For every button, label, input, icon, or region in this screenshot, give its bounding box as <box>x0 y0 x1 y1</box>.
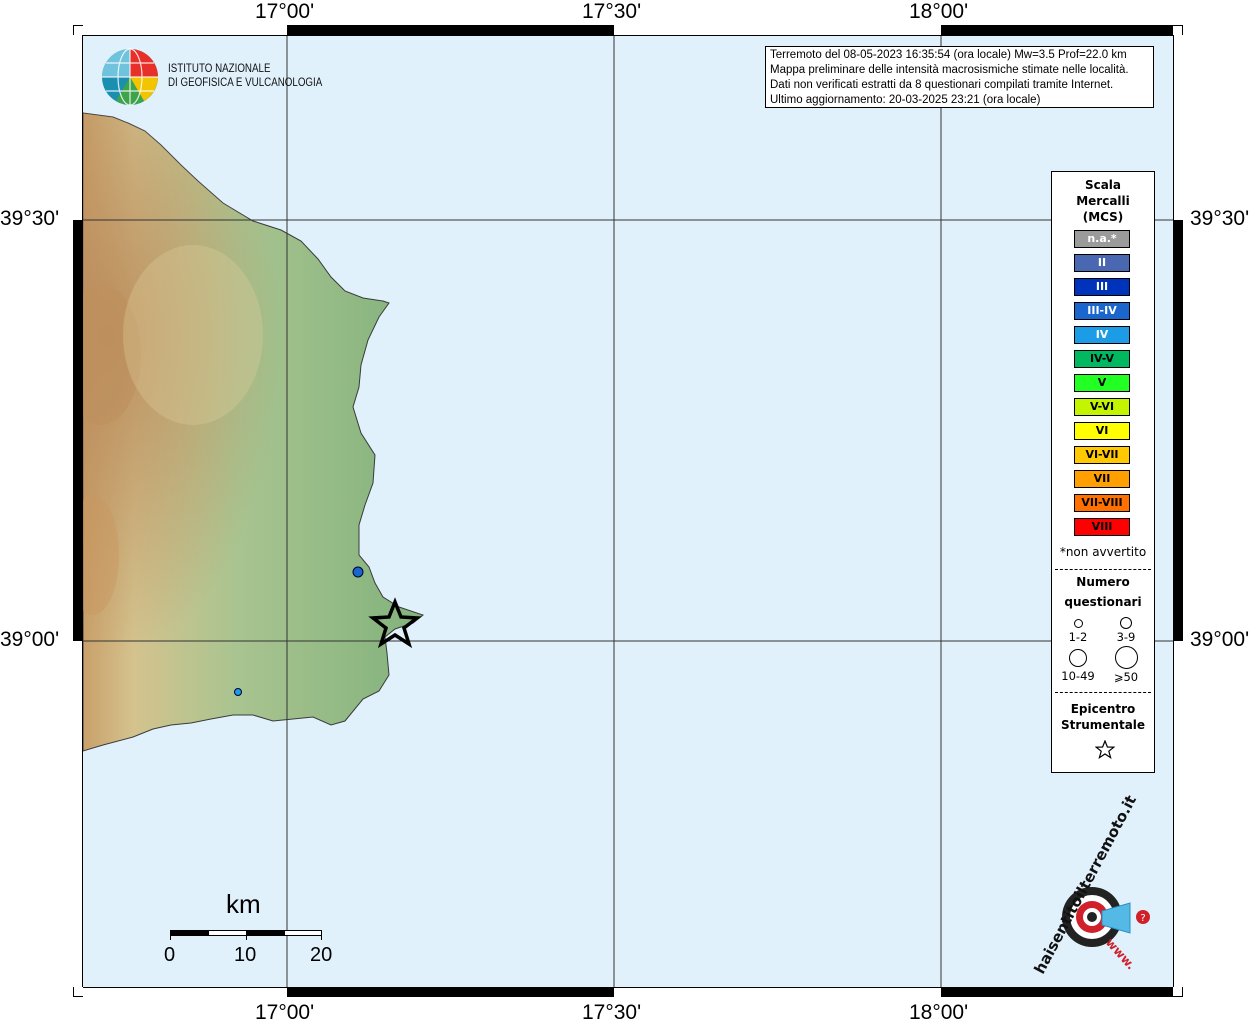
top-label-18-00: 18°00' <box>909 0 969 23</box>
frame-bar-top-seg1 <box>287 25 614 35</box>
frame-bar-left-seg <box>73 220 83 641</box>
q-circle-10-49 <box>1069 649 1087 667</box>
ingv-logo: ISTITUTO NAZIONALE DI GEOFISICA E VULCAN… <box>100 47 323 109</box>
legend-swatch-iv-v: IV-V <box>1074 350 1130 368</box>
map-canvas[interactable] <box>83 35 1173 987</box>
top-label-17-00: 17°00' <box>255 0 315 23</box>
legend-title-line3: (MCS) <box>1082 210 1124 224</box>
q-circle-3-9 <box>1120 617 1132 629</box>
scalebar-tick-10 <box>246 930 247 940</box>
q-circle-50 <box>1115 646 1138 669</box>
q-label-50: ⩾50 <box>1113 670 1139 684</box>
legend-swatch-vi-vii: VI-VII <box>1074 446 1130 464</box>
frame-bar-bottom-seg1 <box>287 987 614 997</box>
scalebar-label-0: 0 <box>164 944 176 966</box>
legend-swatch-vii-viii: VII-VIII <box>1074 494 1130 512</box>
ingv-globe-icon <box>102 48 158 106</box>
logo-line1: ISTITUTO NAZIONALE <box>168 63 271 75</box>
marker-iv[interactable] <box>234 688 242 696</box>
scalebar-label-10: 10 <box>234 944 257 966</box>
left-label-39-00: 39°00' <box>0 628 60 651</box>
marker-iii-iv[interactable] <box>352 566 364 578</box>
scalebar-unit: km <box>226 889 261 919</box>
legend-title: Scala Mercalli (MCS) <box>1052 177 1154 225</box>
legend-swatch-ii: II <box>1074 254 1130 272</box>
legend-swatch-viii: VIII <box>1074 518 1130 536</box>
top-label-17-30: 17°30' <box>582 0 642 23</box>
questionnaires-title: Numero questionari <box>1052 574 1154 610</box>
svg-text:?: ? <box>1140 913 1145 924</box>
scalebar-tick-0 <box>170 930 171 940</box>
info-line4: Ultimo aggiornamento: 20-03-2025 23:21 (… <box>770 94 1041 106</box>
event-info-box: Terremoto del 08-05-2023 16:35:54 (ora l… <box>765 46 1154 108</box>
questionnaires-title-line1: Numero <box>1076 575 1130 589</box>
haisentito-logo[interactable]: ? haisentitoilterremoto.it www. <box>1030 792 1160 980</box>
legend-title-line2: Mercalli <box>1076 194 1130 208</box>
q-label-3-9: 3-9 <box>1116 630 1136 644</box>
q-circle-1-2 <box>1074 619 1083 628</box>
info-line1: Terremoto del 08-05-2023 16:35:54 (ora l… <box>770 49 1127 61</box>
frame-bar-top-seg2 <box>941 25 1173 35</box>
legend-swatch-vii: VII <box>1074 470 1130 488</box>
legend-swatch-v-vi: V-VI <box>1074 398 1130 416</box>
epicenter-title-line1: Epicentro <box>1070 702 1136 716</box>
legend-swatch-iv: IV <box>1074 326 1130 344</box>
right-label-39-00: 39°00' <box>1190 628 1250 651</box>
epicenter-title-line2: Strumentale <box>1060 718 1146 732</box>
questionnaires-title-line2: questionari <box>1064 595 1142 609</box>
legend-separator-2 <box>1055 692 1151 693</box>
legend-swatch-vi: VI <box>1074 422 1130 440</box>
legend-separator-1 <box>1055 569 1151 570</box>
scalebar-tick-20 <box>321 930 322 940</box>
bottom-label-17-00: 17°00' <box>255 1001 315 1024</box>
epicenter-legend-star-icon <box>1095 740 1115 759</box>
epicenter-title: Epicentro Strumentale <box>1052 701 1154 733</box>
scalebar-label-20: 20 <box>310 944 333 966</box>
mcs-legend: Scala Mercalli (MCS) n.a.* II III III-IV IV I… <box>1051 171 1155 773</box>
info-line2: Mappa preliminare delle intensità macros… <box>770 64 1129 76</box>
legend-swatch-v: V <box>1074 374 1130 392</box>
hills-central <box>123 245 263 425</box>
bottom-label-18-00: 18°00' <box>909 1001 969 1024</box>
legend-swatch-iii-iv: III-IV <box>1074 302 1130 320</box>
legend-swatch-n-a: n.a.* <box>1074 230 1130 248</box>
scalebar-seg1 <box>171 931 209 935</box>
bottom-label-17-30: 17°30' <box>582 1001 642 1024</box>
frame-bar-bottom-seg2 <box>941 987 1173 997</box>
legend-swatch-iii: III <box>1074 278 1130 296</box>
legend-title-line1: Scala <box>1084 178 1122 192</box>
q-label-10-49: 10-49 <box>1061 669 1095 683</box>
scalebar-seg3 <box>247 931 285 935</box>
frame-bar-right-seg <box>1173 220 1183 641</box>
info-line3: Dati non verificati estratti da 8 questi… <box>770 79 1114 91</box>
logo-line2: DI GEOFISICA E VULCANOLOGIA <box>168 77 323 89</box>
left-label-39-30: 39°30' <box>0 207 60 230</box>
right-label-39-30: 39°30' <box>1190 207 1250 230</box>
legend-note: *non avvertito <box>1059 545 1147 559</box>
q-label-1-2: 1-2 <box>1068 630 1088 644</box>
